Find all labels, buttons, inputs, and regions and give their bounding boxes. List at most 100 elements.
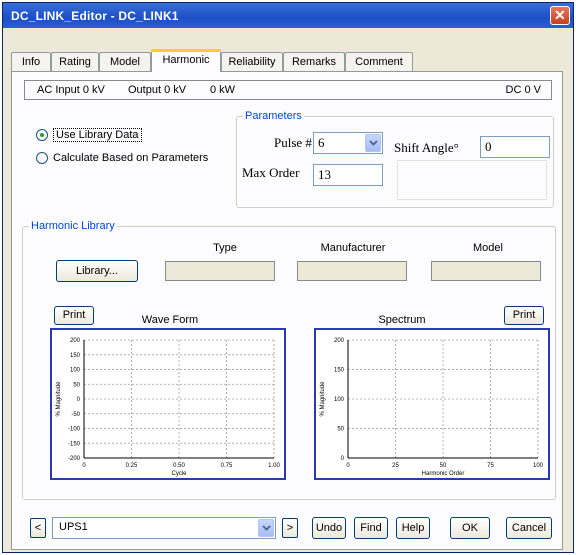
help-label: Help (401, 522, 425, 534)
y-tick-label: 100 (334, 397, 345, 403)
next-element-button[interactable]: > (282, 518, 298, 538)
y-tick-label: -100 (68, 427, 81, 433)
y-tick-label: 200 (70, 338, 81, 344)
window-title: DC_LINK_Editor - DC_LINK1 (11, 9, 179, 23)
waveform-print-button[interactable]: Print (54, 306, 94, 325)
manufacturer-column-header: Manufacturer (320, 242, 386, 254)
use-library-label: Use Library Data (53, 128, 142, 142)
x-tick-label: 50 (440, 463, 447, 469)
editor-window: DC_LINK_Editor - DC_LINK1 ✕ Info Rating … (2, 2, 574, 553)
x-tick-label: 1.00 (268, 463, 280, 469)
title-bar[interactable]: DC_LINK_Editor - DC_LINK1 ✕ (3, 3, 573, 28)
y-tick-label: -150 (68, 441, 81, 447)
element-selector-value: UPS1 (59, 521, 88, 533)
cancel-label: Cancel (511, 522, 547, 534)
y-axis-label: % Magnitude (320, 381, 326, 417)
radio-unchecked-icon (36, 152, 48, 164)
find-button[interactable]: Find (354, 517, 388, 539)
waveform-print-label: Print (62, 309, 86, 321)
y-tick-label: 200 (334, 338, 345, 344)
y-tick-label: 0 (341, 456, 345, 462)
help-button[interactable]: Help (396, 517, 430, 539)
calculate-radio[interactable]: Calculate Based on Parameters (36, 152, 208, 164)
type-field (165, 261, 275, 281)
tab-rating[interactable]: Rating (51, 52, 99, 71)
calculate-label: Calculate Based on Parameters (53, 152, 209, 164)
find-label: Find (360, 522, 382, 534)
type-column-header: Type (213, 242, 237, 254)
waveform-chart: 0 0.25 0.50 0.75 1.00 200 150 100 50 0 -50 -100 -150… (50, 328, 286, 480)
element-dropdown-button[interactable] (258, 519, 274, 537)
x-tick-label: 0 (82, 463, 86, 469)
close-button[interactable]: ✕ (550, 6, 570, 25)
max-order-label: Max Order (242, 165, 300, 180)
x-axis-label: Cycle (171, 471, 187, 477)
manufacturer-field (297, 261, 407, 281)
element-selector[interactable]: UPS1 (52, 517, 276, 539)
radio-checked-icon (36, 129, 48, 141)
tab-info[interactable]: Info (11, 52, 51, 71)
tab-reliability[interactable]: Reliability (221, 52, 283, 71)
next-label: > (286, 522, 294, 534)
cancel-button[interactable]: Cancel (506, 517, 552, 539)
tab-harmonic[interactable]: Harmonic (151, 49, 221, 72)
x-tick-label: 0.25 (126, 463, 138, 469)
undo-button[interactable]: Undo (312, 517, 346, 539)
harmonic-library-legend: Harmonic Library (31, 220, 115, 232)
tab-comment[interactable]: Comment (345, 52, 413, 71)
output-kv-status: Output 0 kV (128, 84, 187, 96)
spectrum-title: Spectrum (378, 314, 426, 326)
pulse-dropdown-button[interactable] (365, 134, 381, 152)
y-tick-label: 150 (70, 353, 81, 359)
pulse-label: Pulse # (274, 135, 312, 150)
ok-button[interactable]: OK (450, 517, 490, 539)
y-axis-label: % Magnitude (56, 381, 62, 417)
x-tick-label: 0.75 (221, 463, 233, 469)
max-order-input[interactable]: 13 (313, 164, 383, 186)
model-column-header: Model (473, 242, 503, 254)
spectrum-plot: 0 25 50 75 100 200 150 100 50 0 Harmonic Order % Ma… (320, 338, 544, 477)
library-button[interactable]: Library... (56, 260, 138, 282)
parameters-legend: Parameters (245, 110, 302, 122)
y-tick-label: -200 (68, 456, 81, 462)
shift-angle-value: 0 (485, 139, 492, 154)
y-tick-label: -50 (71, 412, 80, 418)
chevron-down-icon (261, 525, 271, 531)
library-button-label: Library... (76, 265, 118, 277)
undo-label: Undo (315, 522, 343, 534)
previous-label: < (34, 522, 42, 534)
x-tick-label: 0.50 (173, 463, 185, 469)
pulse-value: 6 (318, 135, 325, 150)
x-axis-label: Harmonic Order (422, 471, 465, 477)
y-tick-label: 50 (73, 382, 80, 388)
y-tick-label: 0 (77, 397, 81, 403)
y-tick-label: 150 (334, 368, 345, 374)
use-library-radio[interactable]: Use Library Data (36, 128, 142, 142)
close-icon: ✕ (554, 7, 566, 23)
x-tick-label: 0 (346, 463, 350, 469)
ok-label: OK (462, 522, 478, 534)
rating-status-bar: AC Input 0 kV Output 0 kV 0 kW DC 0 V (24, 80, 552, 100)
chevron-down-icon (368, 140, 378, 146)
previous-element-button[interactable]: < (30, 518, 46, 538)
spectrum-print-button[interactable]: Print (504, 306, 544, 325)
model-field (431, 261, 541, 281)
tab-remarks[interactable]: Remarks (283, 52, 345, 71)
output-kw-status: 0 kW (210, 84, 236, 96)
x-tick-label: 75 (487, 463, 494, 469)
spectrum-chart: 0 25 50 75 100 200 150 100 50 0 Harmonic Order % Ma… (314, 328, 550, 480)
shift-angle-input[interactable]: 0 (480, 136, 550, 158)
max-order-value: 13 (318, 167, 331, 182)
harmonic-panel: AC Input 0 kV Output 0 kV 0 kW DC 0 V Us… (11, 71, 563, 550)
shift-angle-label: Shift Angle° (394, 140, 459, 155)
tab-model[interactable]: Model (99, 52, 151, 71)
x-tick-label: 100 (533, 463, 544, 469)
y-tick-label: 100 (70, 368, 81, 374)
spectrum-print-label: Print (512, 309, 536, 321)
parameters-blank-area (397, 160, 547, 200)
y-tick-label: 50 (337, 427, 344, 433)
waveform-title: Wave Form (141, 314, 199, 326)
waveform-plot: 0 0.25 0.50 0.75 1.00 200 150 100 50 0 -50 -100 -150… (56, 338, 280, 477)
ac-input-status: AC Input 0 kV (37, 84, 105, 96)
x-tick-label: 25 (392, 463, 399, 469)
